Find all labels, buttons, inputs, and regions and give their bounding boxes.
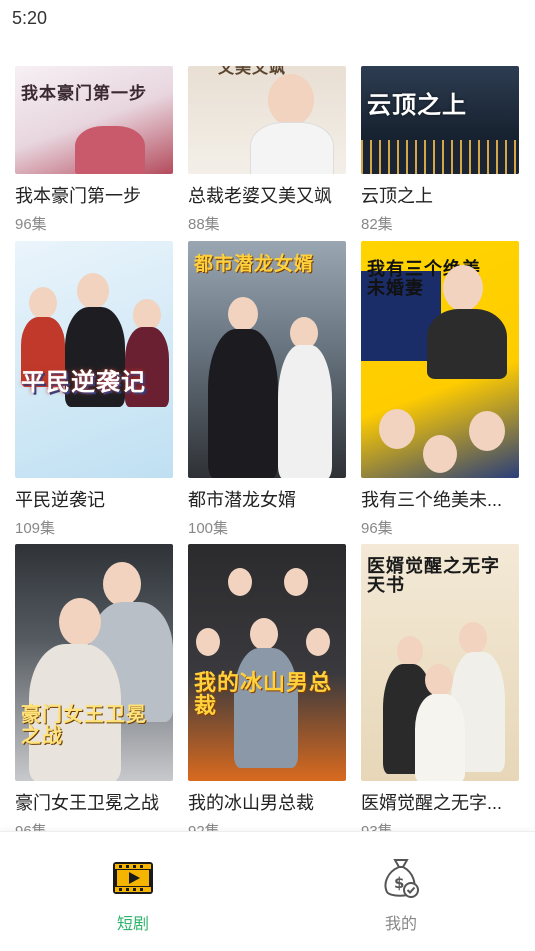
poster-title-text: 又美又飒: [218, 66, 287, 77]
poster-figure-head: [77, 273, 109, 309]
drama-card[interactable]: 豪门女王卫冕之战 豪门女王卫冕之战 96集: [15, 544, 173, 841]
drama-poster[interactable]: 医婿觉醒之无字天书: [361, 544, 519, 781]
film-clapper-icon: [109, 854, 157, 902]
poster-figure: [278, 345, 332, 478]
poster-figure-head: [228, 568, 252, 596]
poster-figure-head: [425, 664, 453, 696]
poster-title-text: 医婿觉醒之无字天书: [367, 556, 500, 596]
drama-title: 我的冰山男总裁: [188, 793, 314, 813]
drama-card[interactable]: 云顶之上 云顶之上 82集: [361, 66, 519, 234]
tab-mine[interactable]: $ 我的: [361, 854, 441, 934]
drama-poster[interactable]: 平民逆袭记: [15, 241, 173, 478]
poster-figure-head: [59, 598, 101, 646]
drama-episodes: 100集: [188, 520, 229, 537]
poster-figure-head: [443, 265, 483, 311]
drama-title: 我有三个绝美未...: [361, 490, 503, 510]
drama-card[interactable]: 我有三个绝美未婚妻 我有三个绝美未... 96集: [361, 241, 519, 538]
drama-card[interactable]: 我的冰山男总裁 我的冰山男总裁 92集: [188, 544, 346, 841]
tab-label: 我的: [384, 916, 417, 933]
poster-figure-head: [103, 562, 141, 606]
poster-figure-head: [306, 628, 330, 656]
status-time: 5:20: [12, 8, 48, 28]
drama-title: 平民逆袭记: [15, 490, 105, 510]
drama-title: 我本豪门第一步: [15, 186, 141, 206]
drama-poster[interactable]: 又美又飒: [188, 66, 346, 174]
drama-title: 总裁老婆又美又飒: [188, 186, 332, 206]
poster-title-text: 豪门女王卫冕之战: [21, 702, 147, 747]
poster-figure-head: [268, 74, 314, 126]
drama-episodes: 109集: [15, 520, 56, 537]
drama-poster[interactable]: 我有三个绝美未婚妻: [361, 241, 519, 478]
drama-title: 云顶之上: [361, 186, 433, 206]
poster-title-text: 我的冰山男总裁: [194, 670, 333, 720]
drama-card[interactable]: 医婿觉醒之无字天书 医婿觉醒之无字... 93集: [361, 544, 519, 841]
poster-figure-head: [397, 636, 423, 666]
poster-title-text: 云顶之上: [367, 90, 467, 119]
tab-short-drama[interactable]: 短剧: [93, 854, 173, 934]
drama-card[interactable]: 都市潜龙女婿 都市潜龙女婿 100集: [188, 241, 346, 538]
money-bag-icon: $: [377, 854, 425, 902]
drama-card[interactable]: 我本豪门第一步 我本豪门第一步 96集: [15, 66, 173, 234]
drama-episodes: 88集: [188, 216, 220, 233]
poster-figure-head: [469, 411, 505, 451]
poster-figure-head: [284, 568, 308, 596]
drama-card[interactable]: 又美又飒 总裁老婆又美又飒 88集: [188, 66, 346, 234]
bottom-tab-bar: 短剧 $ 我的: [0, 831, 535, 951]
poster-figure-head: [379, 409, 415, 449]
poster-figure-head: [228, 297, 258, 331]
poster-figure: [75, 126, 145, 174]
poster-city-lights: [361, 140, 519, 174]
drama-poster[interactable]: 我的冰山男总裁: [188, 544, 346, 781]
poster-title-text: 我本豪门第一步: [21, 84, 147, 104]
drama-poster[interactable]: 豪门女王卫冕之战: [15, 544, 173, 781]
drama-episodes: 82集: [361, 216, 393, 233]
drama-title: 都市潜龙女婿: [188, 490, 296, 510]
tab-label: 短剧: [116, 916, 149, 933]
poster-figure-head: [196, 628, 220, 656]
svg-text:$: $: [394, 874, 404, 892]
drama-episodes: 96集: [15, 216, 47, 233]
poster-title-text: 平民逆袭记: [21, 367, 146, 396]
poster-figure-head: [423, 435, 457, 473]
status-bar: 5:20: [0, 0, 535, 38]
poster-figure: [250, 122, 334, 174]
drama-poster[interactable]: 我本豪门第一步: [15, 66, 173, 174]
drama-title: 豪门女王卫冕之战: [15, 793, 159, 813]
poster-figure-head: [459, 622, 487, 654]
poster-figure-head: [250, 618, 278, 650]
poster-figure: [415, 694, 465, 781]
drama-poster[interactable]: 都市潜龙女婿: [188, 241, 346, 478]
drama-card[interactable]: 平民逆袭记 平民逆袭记 109集: [15, 241, 173, 538]
drama-episodes: 96集: [361, 520, 393, 537]
drama-title: 医婿觉醒之无字...: [361, 793, 503, 813]
poster-title-text: 都市潜龙女婿: [194, 253, 315, 275]
drama-poster[interactable]: 云顶之上: [361, 66, 519, 174]
poster-figure: [427, 309, 507, 379]
poster-figure-head: [29, 287, 57, 319]
poster-figure: [208, 329, 278, 478]
